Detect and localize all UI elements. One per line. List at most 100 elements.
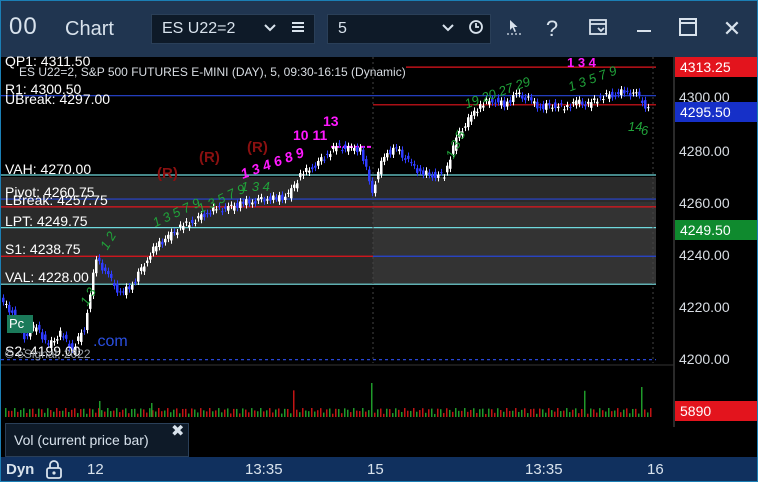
interval-select[interactable]: 5: [327, 14, 491, 44]
dynamic-mode-label[interactable]: Dyn: [6, 461, 34, 478]
candle-body: [65, 334, 68, 339]
volume-bar: [386, 408, 388, 417]
volume-bar: [266, 410, 268, 417]
volume-bar: [95, 412, 97, 417]
volume-bar: [167, 408, 169, 417]
candle-body: [338, 143, 341, 145]
volume-bar: [548, 408, 550, 417]
candle-body: [584, 104, 587, 107]
volume-bar: [158, 408, 160, 417]
candle-body: [581, 101, 584, 105]
candle-body: [350, 146, 353, 148]
volume-bar: [242, 408, 244, 417]
candle-body: [107, 271, 110, 275]
volume-bar: [509, 410, 511, 417]
volume-bar: [581, 409, 583, 417]
candle-body: [638, 91, 641, 96]
volume-bar: [116, 408, 118, 417]
candle-body: [299, 173, 302, 178]
candle-body: [596, 101, 599, 104]
volume-bar: [557, 408, 559, 417]
candle-body: [110, 273, 113, 278]
chart-canvas[interactable]: [1, 57, 758, 482]
volume-bar-spike: [641, 387, 643, 417]
volume-bar: [311, 408, 313, 417]
volume-bar: [176, 408, 178, 417]
volume-bar: [365, 411, 367, 417]
candle-body: [467, 117, 470, 128]
volume-bar: [245, 409, 247, 417]
candle-body: [272, 195, 275, 200]
candle-body: [290, 188, 293, 199]
candle-body: [320, 157, 323, 162]
candle-body: [179, 224, 182, 228]
candle-body: [329, 154, 332, 157]
volume-bar: [170, 412, 172, 417]
symbol-select[interactable]: ES U22=2: [151, 14, 315, 44]
volume-bar: [356, 410, 358, 417]
volume-bar: [221, 412, 223, 417]
volume-bar: [227, 408, 229, 417]
volume-bar: [572, 409, 574, 417]
volume-bar: [599, 408, 601, 417]
volume-bar-spike: [99, 401, 101, 417]
candle-body: [245, 199, 248, 206]
minimize-icon[interactable]: [631, 16, 657, 44]
help-icon[interactable]: ?: [539, 16, 565, 42]
volume-bar: [296, 409, 298, 417]
candle-body: [416, 168, 419, 173]
candle-body: [134, 281, 137, 283]
list-icon[interactable]: [290, 19, 306, 38]
pc-badge[interactable]: Pc: [7, 315, 33, 333]
volume-bar: [104, 411, 106, 417]
clock-icon[interactable]: [468, 19, 484, 38]
candle-body: [305, 167, 308, 172]
candle-body: [449, 159, 452, 169]
volume-bar: [419, 410, 421, 417]
volume-bar: [404, 408, 406, 417]
candle-body: [173, 231, 176, 233]
interval-select-value: 5: [338, 20, 347, 37]
volume-bar: [143, 409, 145, 417]
volume-bar: [575, 408, 577, 417]
volume-bar: [278, 408, 280, 417]
candle-body: [269, 196, 272, 201]
candle-body: [362, 149, 365, 161]
volume-bar: [293, 390, 295, 417]
volume-bar: [29, 409, 31, 417]
volume-bar: [413, 408, 415, 417]
candle-body: [557, 106, 560, 109]
candle-body: [44, 334, 47, 341]
volume-bar: [536, 413, 538, 417]
volume-bar: [341, 413, 343, 417]
volume-bar: [428, 409, 430, 417]
price-axis-label: 4280.00: [679, 143, 730, 159]
volume-bar: [239, 413, 241, 417]
volume-bar: [137, 413, 139, 417]
volume-panel-label[interactable]: Vol (current price bar): [5, 423, 189, 457]
volume-bar: [254, 410, 256, 417]
volume-bar-spike: [151, 403, 153, 417]
candle-body: [521, 95, 524, 99]
candle-body: [182, 226, 185, 230]
close-icon[interactable]: ✖: [171, 421, 184, 441]
maximize-icon[interactable]: [675, 16, 701, 44]
count-label-green: 1 3 4: [241, 179, 270, 194]
candle-body: [170, 231, 173, 241]
candle-body: [260, 197, 263, 200]
cursor-icon[interactable]: [501, 16, 527, 44]
candle-body: [185, 221, 188, 223]
display-icon[interactable]: [585, 16, 611, 44]
candle-body: [335, 146, 338, 152]
candle-body: [236, 203, 239, 208]
price-chart[interactable]: ES U22=2, S&P 500 FUTURES E-MINI (DAY), …: [1, 53, 758, 482]
candle-body: [113, 283, 116, 287]
volume-bar: [512, 410, 514, 417]
volume-bar: [47, 408, 49, 417]
volume-bar: [578, 413, 580, 417]
volume-bar: [257, 411, 259, 417]
volume-bar: [305, 410, 307, 417]
volume-bar: [353, 408, 355, 417]
close-icon[interactable]: ✕: [719, 16, 745, 42]
volume-bar: [377, 409, 379, 417]
